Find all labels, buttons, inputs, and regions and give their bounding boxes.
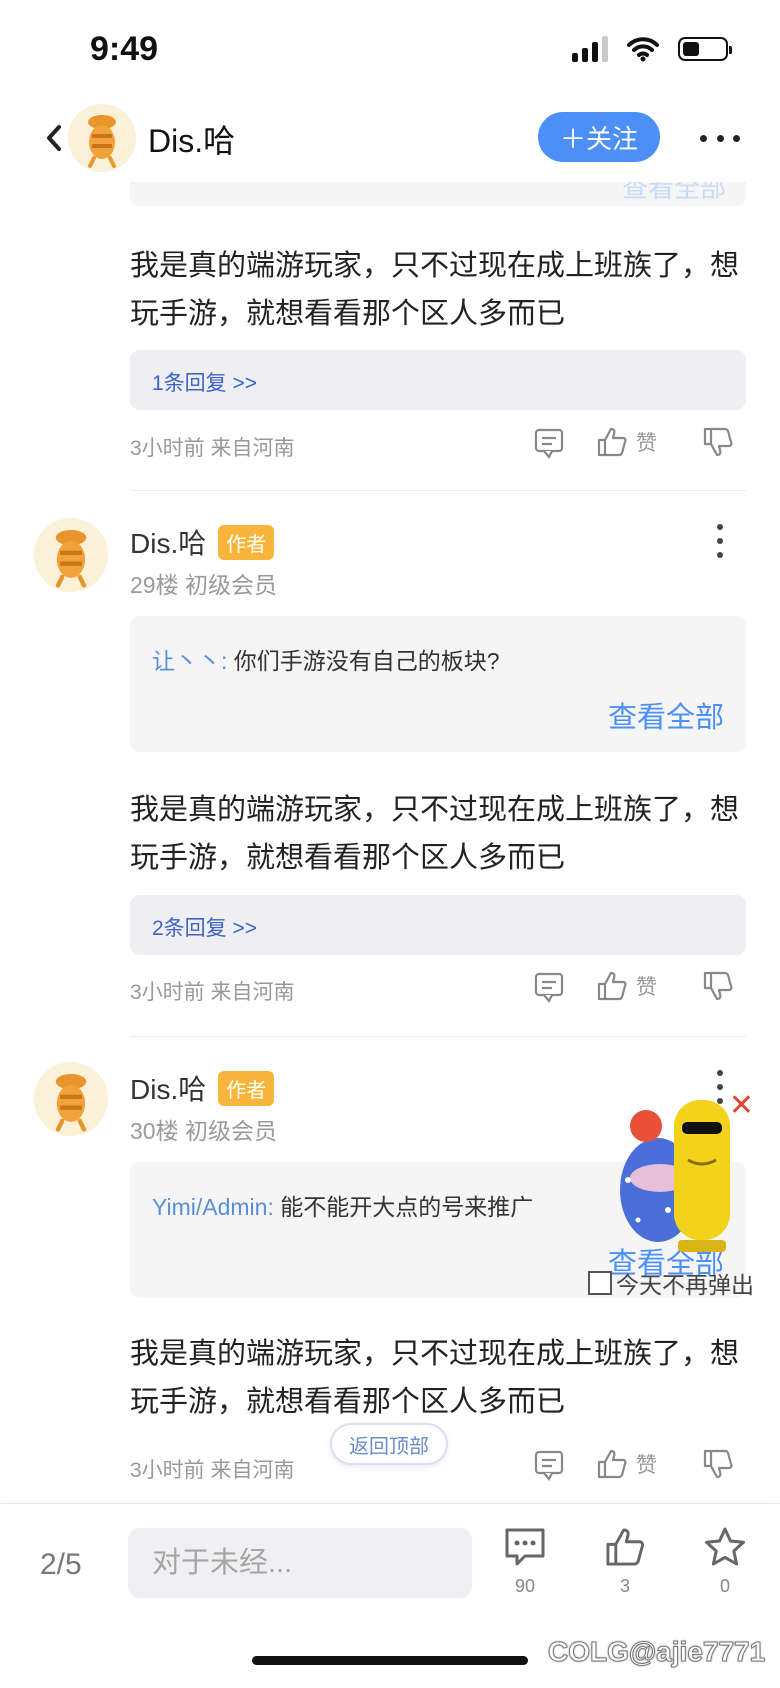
- wifi-icon: [627, 37, 659, 62]
- author-name[interactable]: Dis.哈: [130, 1068, 206, 1108]
- user-avatar[interactable]: [34, 1062, 108, 1136]
- quote-box: 让丶丶: 你们手游没有自己的板块? 查看全部: [130, 616, 746, 752]
- like-button[interactable]: 赞: [596, 426, 657, 458]
- like-button[interactable]: 赞: [596, 1448, 657, 1480]
- thumbs-down-icon[interactable]: [702, 426, 734, 458]
- floating-ad-popup[interactable]: ✕: [600, 1050, 770, 1260]
- header-username[interactable]: Dis.哈: [148, 116, 235, 162]
- back-to-top-button[interactable]: 返回顶部: [330, 1423, 448, 1465]
- view-all-link[interactable]: 查看全部: [608, 694, 724, 736]
- like-label: 赞: [636, 976, 657, 999]
- thumbs-down-icon[interactable]: [702, 970, 734, 1002]
- post-menu-icon[interactable]: [714, 524, 726, 558]
- author-name[interactable]: Dis.哈: [130, 522, 206, 562]
- time-location: 3小时前 来自河南: [130, 1459, 295, 1482]
- user-avatar[interactable]: [34, 518, 108, 592]
- quote-username[interactable]: Yimi/Admin:: [152, 1194, 274, 1220]
- thumbs-up-icon: [606, 1528, 645, 1566]
- reply-count-link[interactable]: 2条回复 >>: [130, 895, 746, 955]
- post-content: 我是真的端游玩家，只不过现在成上班族了，想玩手游，就想看看那个区人多而已: [130, 1338, 740, 1418]
- like-count: 3: [619, 1576, 630, 1596]
- checkbox-icon[interactable]: [588, 1271, 612, 1295]
- battery-icon: [678, 37, 732, 61]
- post-content: 我是真的端游玩家，只不过现在成上班族了，想玩手游，就想看看那个区人多而已: [130, 794, 740, 874]
- favorite-count: 0: [719, 1576, 730, 1596]
- nav-bar: Dis.哈 ＋关注: [0, 96, 780, 182]
- comment-icon[interactable]: [534, 1450, 564, 1482]
- like-label: 赞: [636, 432, 657, 455]
- quote-text: 你们手游没有自己的板块?: [233, 648, 500, 674]
- comment-icon: [505, 1528, 545, 1566]
- status-bar: 9:49: [0, 0, 780, 96]
- reply-count-link[interactable]: 1条回复 >>: [130, 350, 746, 410]
- post-meta: 29楼 初级会员: [130, 572, 277, 598]
- quote-line: Yimi/Admin: 能不能开大点的号来推广: [152, 1188, 533, 1222]
- author-badge: 作者: [218, 1070, 275, 1106]
- header-avatar[interactable]: [68, 104, 136, 172]
- favorite-button[interactable]: 0: [690, 1526, 760, 1597]
- more-options-icon[interactable]: [700, 126, 740, 150]
- home-indicator[interactable]: [252, 1656, 528, 1665]
- post-author: Dis.哈 作者: [130, 522, 275, 562]
- post-meta: 30楼 初级会员: [130, 1118, 277, 1144]
- comment-icon[interactable]: [534, 972, 564, 1004]
- thumbs-up-icon: [597, 1449, 627, 1479]
- watermark: COLG@ajie7771: [547, 1636, 766, 1668]
- like-label: 赞: [636, 1454, 657, 1477]
- author-badge: 作者: [218, 524, 275, 560]
- quote-username[interactable]: 让丶丶:: [152, 648, 227, 674]
- status-icons: [572, 36, 732, 62]
- dont-show-today-checkbox[interactable]: 今天不再弹出: [588, 1266, 754, 1300]
- dont-show-today-label: 今天不再弹出: [616, 1272, 754, 1298]
- thumbs-down-icon[interactable]: [702, 1448, 734, 1480]
- comment-icon[interactable]: [534, 428, 564, 460]
- quote-text: 能不能开大点的号来推广: [280, 1194, 534, 1220]
- follow-button[interactable]: ＋关注: [538, 112, 660, 162]
- page-indicator[interactable]: 2/5: [40, 1548, 82, 1582]
- comment-count: 90: [514, 1576, 536, 1596]
- divider: [130, 490, 746, 491]
- signal-icon: [572, 36, 608, 62]
- post-actions: 3小时前 来自河南 赞: [130, 426, 746, 466]
- like-button[interactable]: 赞: [596, 970, 657, 1002]
- reply-input[interactable]: [128, 1528, 472, 1598]
- star-icon: [705, 1527, 745, 1566]
- post-content: 我是真的端游玩家，只不过现在成上班族了，想玩手游，就想看看那个区人多而已: [130, 250, 740, 330]
- divider: [130, 1036, 746, 1037]
- comments-button[interactable]: 90: [490, 1526, 560, 1597]
- thumbs-up-icon: [597, 971, 627, 1001]
- close-icon[interactable]: ✕: [729, 1088, 754, 1123]
- thumbs-up-icon: [597, 427, 627, 457]
- post-author: Dis.哈 作者: [130, 1068, 275, 1108]
- time-location: 3小时前 来自河南: [130, 981, 295, 1004]
- status-time: 9:49: [90, 30, 159, 68]
- like-post-button[interactable]: 3: [590, 1526, 660, 1597]
- quote-line: 让丶丶: 你们手游没有自己的板块?: [152, 642, 500, 676]
- time-location: 3小时前 来自河南: [130, 437, 295, 460]
- post-actions: 3小时前 来自河南 赞: [130, 970, 746, 1010]
